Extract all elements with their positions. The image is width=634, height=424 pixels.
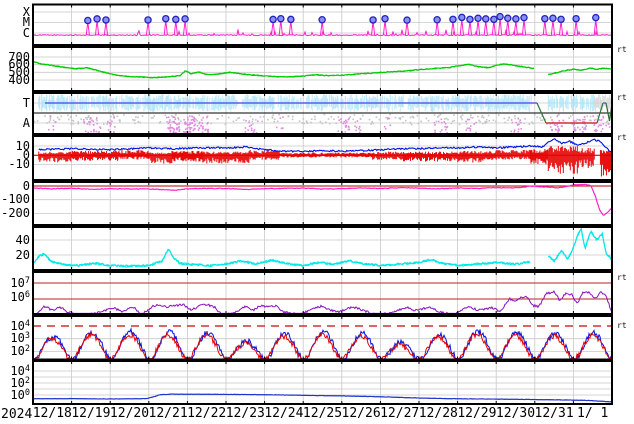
- ylabel-dst-neg200: -200: [1, 206, 30, 220]
- rt-label-fluence: rt: [617, 273, 627, 282]
- ylabel-speed-400: 400: [8, 72, 30, 87]
- ylabel-fluence-1e6: 106: [0, 290, 30, 306]
- ylabel-exp: 6: [24, 290, 30, 300]
- ylabel-exp: 4: [24, 363, 30, 374]
- rt-label-speed: rt: [617, 45, 627, 54]
- ylabel-base: 10: [10, 275, 25, 290]
- rt-label-bz: rt: [617, 133, 627, 142]
- ylabel-base: 10: [10, 290, 25, 304]
- ylabel-activity-a: A: [22, 115, 30, 130]
- ylabel-dst-neg100: -100: [1, 192, 30, 207]
- ylabel-exp: 2: [24, 375, 30, 386]
- ylabel-eflux-1e2: 102: [0, 344, 30, 360]
- chart-canvas: [32, 3, 613, 405]
- ylabel-exp: 3: [24, 331, 30, 342]
- ylabel-exp: 0: [24, 387, 30, 398]
- ylabel-exp: 2: [24, 344, 30, 354]
- ylabel-base: 10: [10, 387, 25, 402]
- rt-label-eflux: rt: [617, 321, 627, 330]
- ylabel-density-40: 40: [15, 232, 30, 247]
- rt-label-ta: rt: [617, 93, 627, 102]
- ylabel-proton-1e0: 100: [0, 387, 30, 404]
- ylabel-exp: 7: [24, 275, 30, 286]
- ylabel-exp: 4: [24, 318, 30, 329]
- ylabel-bz-neg10: -10: [8, 157, 30, 171]
- solar-terrestrial-data-chart: X M C 700 600 500 400 T A 10 0 -10 0 -10…: [0, 0, 634, 424]
- ylabel-density-20: 20: [15, 247, 30, 262]
- ylabel-xray-c: C: [22, 25, 30, 40]
- ylabel-base: 10: [10, 344, 25, 358]
- ylabel-temp-t: T: [22, 95, 30, 110]
- xaxis-date: 1/ 1: [577, 406, 609, 421]
- ylabel-dst-0: 0: [22, 178, 30, 193]
